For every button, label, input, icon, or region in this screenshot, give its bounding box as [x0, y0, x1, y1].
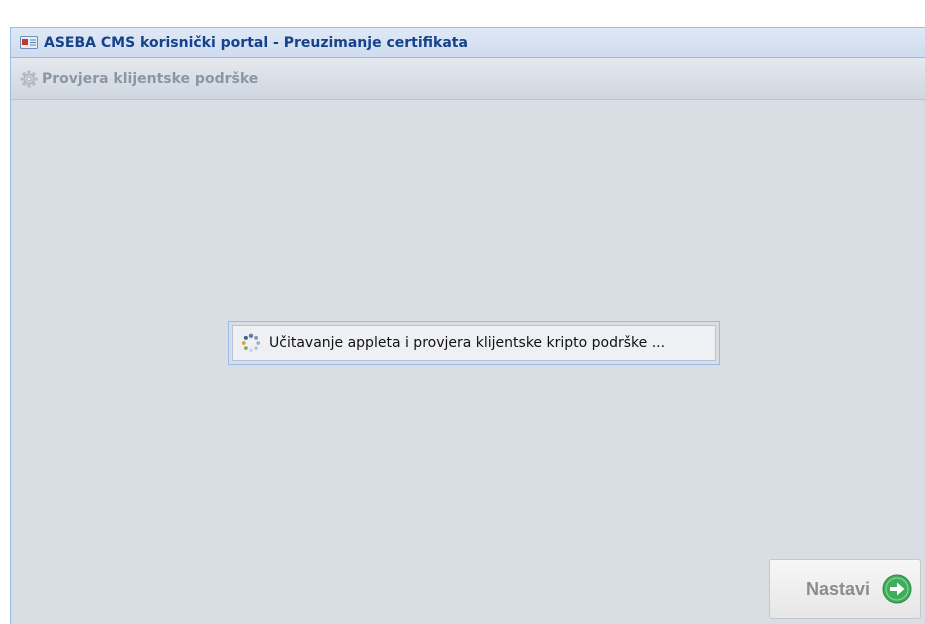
spinner-icon — [241, 333, 261, 352]
next-button-label: Nastavi — [805, 578, 870, 599]
panel-title: Provjera klijentske podrške — [42, 70, 259, 87]
arrow-right-circle-icon — [882, 574, 912, 604]
gear-icon — [20, 70, 38, 87]
next-button[interactable]: Nastavi — [769, 559, 921, 619]
portal-window: ASEBA CMS korisnički portal - Preuzimanj… — [10, 27, 925, 624]
loading-indicator: Učitavanje appleta i provjera klijentske… — [228, 321, 720, 365]
window-title: ASEBA CMS korisnički portal - Preuzimanj… — [44, 34, 468, 51]
loading-indicator-inner: Učitavanje appleta i provjera klijentske… — [232, 325, 716, 361]
window-card-icon — [20, 36, 38, 49]
loading-message: Učitavanje appleta i provjera klijentske… — [269, 335, 666, 351]
window-title-bar: ASEBA CMS korisnički portal - Preuzimanj… — [11, 28, 925, 58]
panel-header: Provjera klijentske podrške — [11, 58, 925, 100]
